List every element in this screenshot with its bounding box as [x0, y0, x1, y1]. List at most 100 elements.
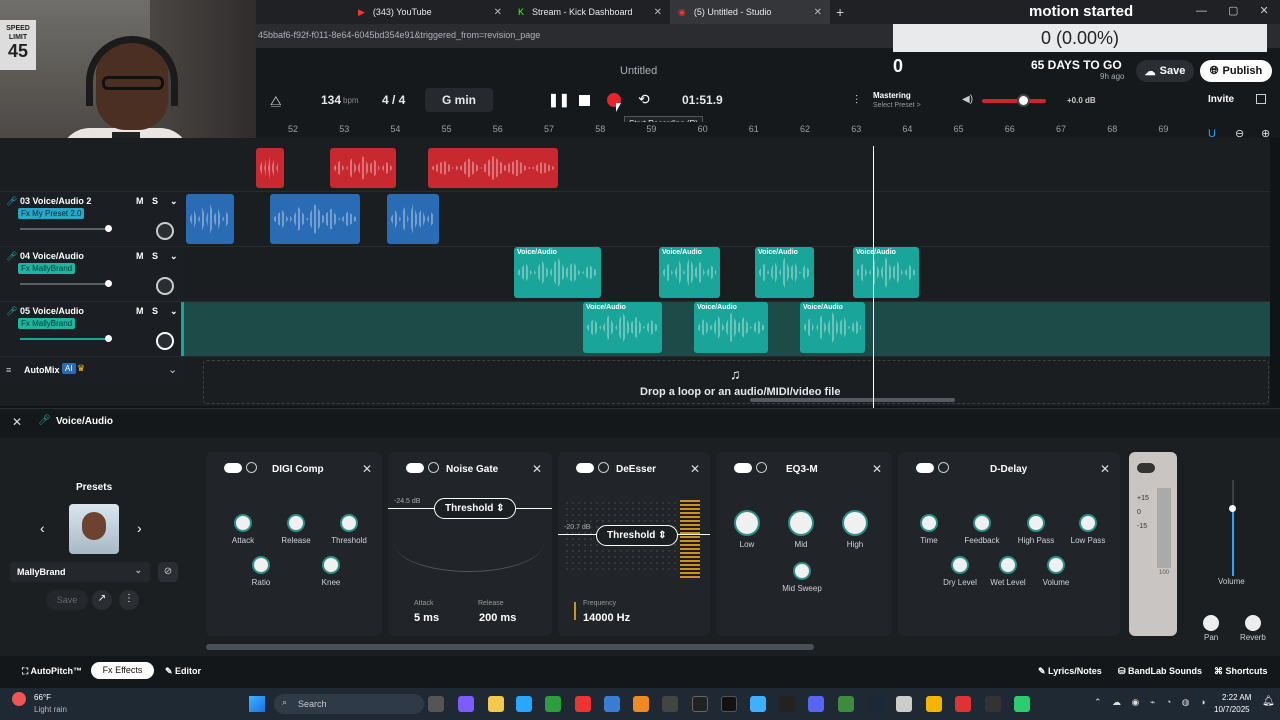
calendar-icon[interactable]: [1256, 94, 1266, 104]
preset-dropdown[interactable]: MallyBrand ⌄: [10, 562, 150, 582]
chevron-down-icon[interactable]: ⌄: [170, 251, 178, 262]
sounds-button[interactable]: ⛁ BandLab Sounds: [1118, 666, 1202, 677]
more-icon[interactable]: ⋮: [119, 590, 139, 610]
knob-low[interactable]: Low: [732, 510, 762, 549]
audio-clip[interactable]: [270, 194, 360, 244]
app-icon[interactable]: [985, 696, 1001, 712]
weather-icon[interactable]: [12, 692, 26, 706]
mute-button[interactable]: M: [136, 251, 144, 261]
taskbar-search[interactable]: ⌕ Search: [274, 694, 424, 714]
invite-button[interactable]: Invite: [1208, 94, 1234, 105]
knob-feedback[interactable]: Feedback: [960, 514, 1004, 545]
effect-toggle[interactable]: [576, 463, 594, 473]
knob[interactable]: [842, 510, 868, 536]
start-icon[interactable]: [249, 696, 265, 712]
system-tray[interactable]: ⌃ ☁ ◉ ⌁ ◔ ◍ ◑: [1094, 697, 1206, 708]
app-icon[interactable]: [575, 696, 591, 712]
knob-low-pass[interactable]: Low Pass: [1066, 514, 1110, 545]
unlink-icon[interactable]: ⊘: [158, 562, 178, 582]
audio-clip[interactable]: Voice/Audio: [755, 247, 814, 298]
audio-clip[interactable]: Voice/Audio: [583, 302, 662, 353]
knob-high-pass[interactable]: High Pass: [1014, 514, 1058, 545]
pause-button[interactable]: ❚❚: [548, 92, 570, 108]
master-volume-slider[interactable]: [982, 99, 1046, 103]
discord-icon[interactable]: [808, 696, 824, 712]
solo-button[interactable]: S: [152, 306, 158, 316]
explorer-icon[interactable]: [488, 696, 504, 712]
close-icon[interactable]: ✕: [1100, 462, 1110, 476]
knob[interactable]: [999, 556, 1017, 574]
app-icon[interactable]: [1014, 696, 1030, 712]
knob-wet-level[interactable]: Wet Level: [986, 556, 1030, 587]
track-lane-02[interactable]: [0, 138, 1270, 192]
knob-mid-sweep[interactable]: Mid Sweep: [778, 562, 826, 593]
copilot-icon[interactable]: [458, 696, 474, 712]
loop-button[interactable]: ⟲: [638, 91, 650, 108]
knob[interactable]: [951, 556, 969, 574]
xbox-icon[interactable]: [545, 696, 561, 712]
preset-save-button[interactable]: Save: [46, 590, 88, 610]
editor-tab[interactable]: ✎ Editor: [165, 666, 201, 677]
audio-clip[interactable]: Voice/Audio: [659, 247, 720, 298]
chevron-left-icon[interactable]: ‹: [40, 520, 45, 536]
close-icon[interactable]: ✕: [362, 462, 372, 476]
effects-tab[interactable]: Fx Effects: [91, 662, 154, 679]
mute-button[interactable]: M: [136, 196, 144, 206]
chevron-down-icon[interactable]: ⌄: [168, 363, 177, 376]
mastering-label[interactable]: Mastering: [873, 91, 911, 100]
info-icon[interactable]: [938, 462, 949, 473]
track-fx-badge[interactable]: Fx My Preset 2.0: [18, 208, 85, 219]
knob[interactable]: [734, 510, 760, 536]
knob[interactable]: [1079, 514, 1097, 532]
track-lane-04[interactable]: [0, 247, 1270, 302]
effects-scrollbar[interactable]: [206, 644, 814, 650]
close-icon[interactable]: ✕: [690, 462, 700, 476]
volume-fader-handle[interactable]: [1229, 505, 1236, 512]
knob-mid[interactable]: Mid: [786, 510, 816, 549]
knob[interactable]: [287, 514, 305, 532]
close-icon[interactable]: ✕: [494, 7, 502, 18]
lyrics-button[interactable]: ✎ Lyrics/Notes: [1038, 666, 1102, 677]
threshold-handle[interactable]: Threshold ⇕: [434, 498, 516, 519]
effect-toggle[interactable]: [224, 463, 242, 473]
info-icon[interactable]: [428, 462, 439, 473]
chevron-right-icon[interactable]: ›: [137, 520, 142, 536]
app-icon[interactable]: [838, 696, 854, 712]
solo-button[interactable]: S: [152, 196, 158, 206]
knob-time[interactable]: Time: [914, 514, 944, 545]
knob[interactable]: [920, 514, 938, 532]
track-volume-slider[interactable]: [20, 335, 112, 342]
app-icon[interactable]: [633, 696, 649, 712]
steam-icon[interactable]: [867, 696, 883, 712]
bpm-value[interactable]: 134: [321, 93, 341, 107]
preset-avatar[interactable]: [69, 504, 119, 554]
tab-kick[interactable]: K Stream - Kick Dashboard ✕: [510, 0, 670, 24]
autopitch-button[interactable]: ⛶ AutoPitch™: [22, 666, 82, 677]
track-header-selected[interactable]: 🎤︎ 05 Voice/Audio Fx MallyBrand M S ⌄: [0, 302, 184, 356]
frequency-value[interactable]: 14000 Hz: [583, 612, 630, 624]
track-header[interactable]: 🎤︎ 03 Voice/Audio 2 Fx My Preset 2.0 M S…: [0, 192, 184, 246]
close-icon[interactable]: ✕: [814, 7, 822, 18]
knob[interactable]: [252, 556, 270, 574]
track-volume-slider[interactable]: [20, 225, 112, 232]
app-icon[interactable]: [896, 696, 912, 712]
audio-clip[interactable]: [256, 148, 284, 188]
knob-dry-level[interactable]: Dry Level: [938, 556, 982, 587]
audio-clip[interactable]: [428, 148, 558, 188]
edge-icon[interactable]: [516, 696, 532, 712]
app-icon[interactable]: [750, 696, 766, 712]
info-icon[interactable]: [598, 462, 609, 473]
attack-value[interactable]: 5 ms: [414, 612, 439, 624]
app-icon[interactable]: [955, 696, 971, 712]
knob[interactable]: [793, 562, 811, 580]
preset-select[interactable]: Select Preset >: [873, 102, 921, 109]
effect-toggle[interactable]: [406, 463, 424, 473]
automix-row[interactable]: ≡ AutoMix AI ♛ ⌄: [0, 357, 184, 383]
key-selector[interactable]: G min: [425, 88, 493, 112]
notification-icon[interactable]: 🔔︎: [1262, 696, 1275, 707]
stop-button[interactable]: [579, 95, 590, 106]
knob-threshold[interactable]: Threshold: [328, 514, 370, 545]
close-icon[interactable]: ✕: [872, 462, 882, 476]
release-value[interactable]: 200 ms: [479, 612, 516, 624]
metronome-icon[interactable]: ⧋: [270, 93, 282, 109]
